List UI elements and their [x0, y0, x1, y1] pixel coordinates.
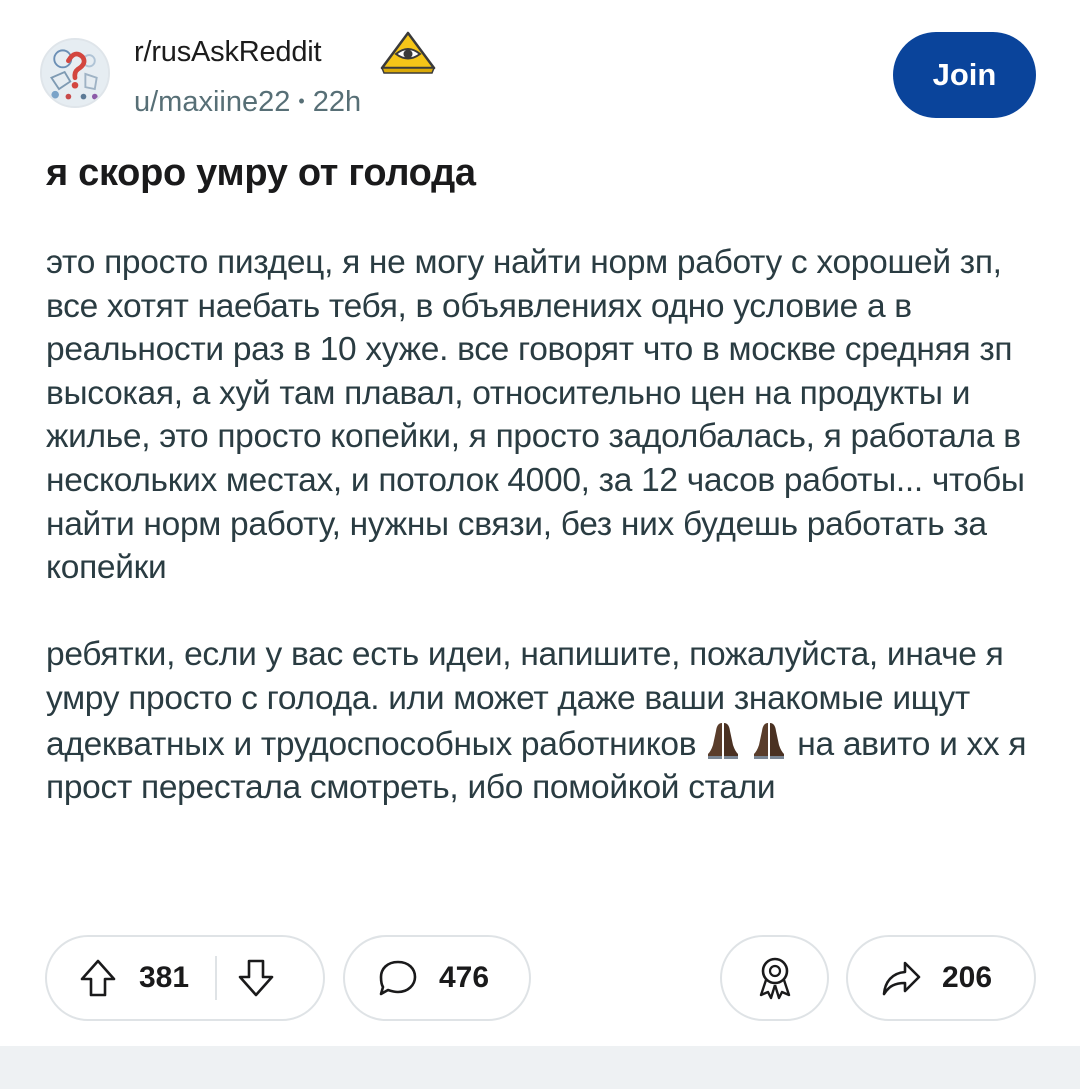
downvote-icon[interactable]: [237, 958, 275, 998]
award-button[interactable]: [720, 935, 829, 1021]
award-icon: [759, 957, 790, 1000]
post-time: 22h: [312, 86, 362, 118]
comment-bubble-icon: [379, 960, 417, 996]
comments-button[interactable]: 476: [343, 935, 531, 1021]
vote-divider: [215, 956, 218, 1000]
post-meta: u/maxiine22 • 22h: [134, 86, 361, 119]
meta-separator: •: [298, 91, 305, 111]
pyramid-eye-icon: [378, 30, 438, 76]
share-button[interactable]: 206: [846, 935, 1036, 1021]
join-button[interactable]: Join: [893, 32, 1036, 118]
upvote-count: 381: [139, 961, 190, 994]
share-arrow-icon: [882, 961, 921, 996]
username-link[interactable]: u/maxiine22: [134, 86, 290, 118]
share-count: 206: [942, 961, 993, 994]
folded-hands-emoji: [705, 721, 741, 761]
upvote-icon[interactable]: [79, 958, 117, 998]
post-paragraph: ребятки, если у вас есть идеи, напишите,…: [46, 633, 1036, 809]
subreddit-avatar-icon[interactable]: [40, 38, 110, 108]
post-title: я скоро умру от голода: [46, 152, 476, 194]
subreddit-name[interactable]: r/rusAskReddit: [134, 36, 322, 69]
comment-count: 476: [439, 961, 490, 994]
post-paragraph: это просто пиздец, я не могу найти норм …: [46, 244, 1025, 587]
post-body: это просто пиздец, я не могу найти норм …: [46, 241, 1036, 810]
folded-hands-emoji: [751, 721, 787, 761]
vote-bar: 381: [45, 935, 325, 1021]
bottom-divider: [0, 1046, 1080, 1089]
post-actions: 381 476 206: [0, 935, 1080, 1027]
post-header: r/rusAskReddit u/maxiine22 • 22h Join: [0, 0, 1080, 140]
